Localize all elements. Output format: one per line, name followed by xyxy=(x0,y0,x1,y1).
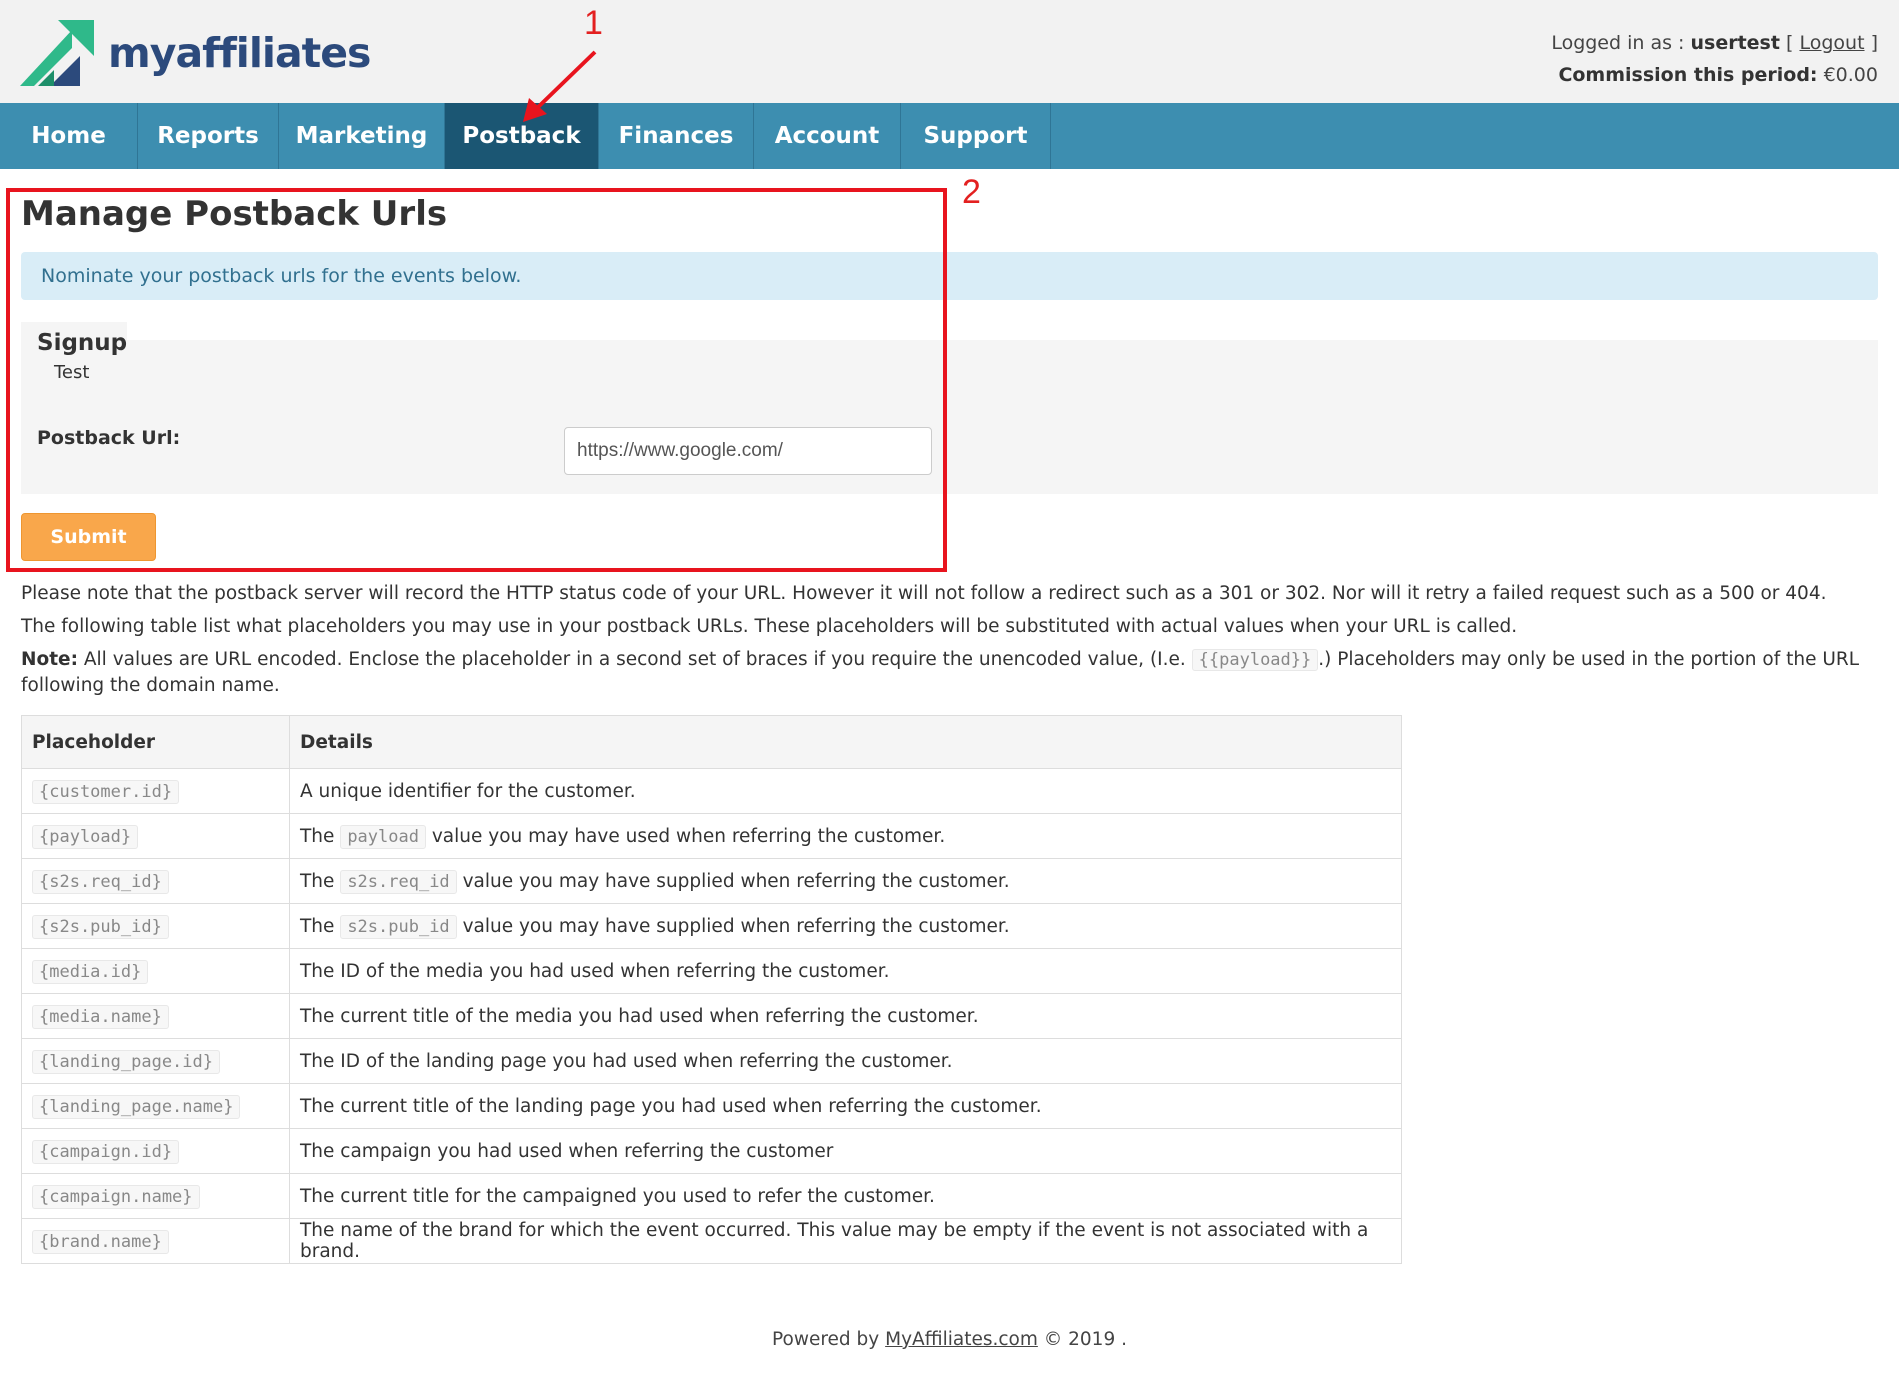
nav-finances[interactable]: Finances xyxy=(599,103,754,169)
commission-label: Commission this period: xyxy=(1558,64,1818,86)
postback-url-label: Postback Url: xyxy=(37,427,181,449)
details-cell: The campaign you had used when referring… xyxy=(289,1128,1402,1174)
table-row: {media.name} The current title of the me… xyxy=(21,993,1402,1039)
placeholder-cell: {landing_page.name} xyxy=(21,1083,290,1129)
event-title: Signup xyxy=(37,330,128,356)
details-text: value you may have supplied when referri… xyxy=(462,870,1010,892)
placeholder-cell: {s2s.req_id} xyxy=(21,858,290,904)
table-row: {media.id} The ID of the media you had u… xyxy=(21,948,1402,994)
table-header-details: Details xyxy=(289,715,1402,769)
placeholder-cell: {media.name} xyxy=(21,993,290,1039)
placeholder-code: {campaign.name} xyxy=(32,1184,200,1209)
logo-mark-icon xyxy=(20,20,94,86)
note-encoding-code: {{payload}} xyxy=(1191,649,1319,671)
table-header-row: Placeholder Details xyxy=(21,715,1402,769)
nav-reports[interactable]: Reports xyxy=(138,103,279,169)
nav-support[interactable]: Support xyxy=(901,103,1051,169)
annotation-number-2: 2 xyxy=(962,173,981,211)
placeholder-code: {landing_page.name} xyxy=(32,1094,241,1119)
details-cell: The ID of the landing page you had used … xyxy=(289,1038,1402,1084)
annotation-arrow-icon xyxy=(523,50,597,122)
placeholder-code: {payload} xyxy=(32,824,139,849)
placeholder-cell: {media.id} xyxy=(21,948,290,994)
table-row: {campaign.name} The current title for th… xyxy=(21,1173,1402,1219)
placeholder-table: Placeholder Details {customer.id} A uniq… xyxy=(21,715,1402,1264)
table-row: {s2s.pub_id} The s2s.pub_id value you ma… xyxy=(21,903,1402,949)
username: usertest xyxy=(1690,32,1780,54)
table-row: {landing_page.name} The current title of… xyxy=(21,1083,1402,1129)
footer-prefix: Powered by xyxy=(772,1329,880,1350)
details-text: The xyxy=(300,915,335,937)
placeholder-cell: {payload} xyxy=(21,813,290,859)
logo[interactable]: myaffiliates xyxy=(20,19,371,87)
table-row: {campaign.id} The campaign you had used … xyxy=(21,1128,1402,1174)
table-row: {landing_page.id} The ID of the landing … xyxy=(21,1038,1402,1084)
table-row: {customer.id} A unique identifier for th… xyxy=(21,768,1402,814)
placeholder-cell: {campaign.id} xyxy=(21,1128,290,1174)
footer-link[interactable]: MyAffiliates.com xyxy=(885,1329,1038,1350)
placeholder-code: {media.name} xyxy=(32,1004,169,1029)
details-code: payload xyxy=(340,824,426,849)
placeholder-cell: {campaign.name} xyxy=(21,1173,290,1219)
logout-link[interactable]: Logout xyxy=(1799,32,1864,54)
placeholder-cell: {s2s.pub_id} xyxy=(21,903,290,949)
logged-in-label: Logged in as : xyxy=(1551,32,1685,54)
placeholder-code: {media.id} xyxy=(32,959,149,984)
info-alert: Nominate your postback urls for the even… xyxy=(21,252,1878,300)
nav-account[interactable]: Account xyxy=(754,103,901,169)
placeholder-code: {customer.id} xyxy=(32,779,180,804)
nav-marketing[interactable]: Marketing xyxy=(279,103,445,169)
placeholder-cell: {customer.id} xyxy=(21,768,290,814)
footer-suffix: © 2019 . xyxy=(1043,1329,1127,1350)
placeholder-code: {campaign.id} xyxy=(32,1139,180,1164)
event-subtitle: Test xyxy=(54,362,90,383)
details-cell: The current title for the campaigned you… xyxy=(289,1173,1402,1219)
details-code: s2s.pub_id xyxy=(340,914,457,939)
details-cell: The s2s.req_id value you may have suppli… xyxy=(289,858,1402,904)
main-nav: Home Reports Marketing Postback Finances… xyxy=(0,103,1899,169)
logout-bracket-close: ] xyxy=(1870,32,1878,54)
details-text: value you may have supplied when referri… xyxy=(462,915,1010,937)
note-encoding-text-a: All values are URL encoded. Enclose the … xyxy=(83,649,1186,670)
details-cell: The ID of the media you had used when re… xyxy=(289,948,1402,994)
note-encoding: Note: All values are URL encoded. Enclos… xyxy=(21,647,1881,698)
logout-bracket-open: [ xyxy=(1786,32,1794,54)
note-placeholders: The following table list what placeholde… xyxy=(21,616,1518,637)
user-info: Logged in as : usertest [ Logout ] Commi… xyxy=(1551,27,1878,91)
table-row: {brand.name} The name of the brand for w… xyxy=(21,1218,1402,1264)
placeholder-code: {landing_page.id} xyxy=(32,1049,220,1074)
placeholder-code: {brand.name} xyxy=(32,1229,169,1254)
details-cell: A unique identifier for the customer. xyxy=(289,768,1402,814)
placeholder-code: {s2s.pub_id} xyxy=(32,914,169,939)
annotation-number-1: 1 xyxy=(584,4,603,42)
placeholder-code: {s2s.req_id} xyxy=(32,869,169,894)
postback-url-input[interactable] xyxy=(564,427,932,475)
details-cell: The s2s.pub_id value you may have suppli… xyxy=(289,903,1402,949)
nav-home[interactable]: Home xyxy=(0,103,138,169)
details-text: The xyxy=(300,870,335,892)
details-cell: The name of the brand for which the even… xyxy=(289,1218,1402,1264)
note-redirects: Please note that the postback server wil… xyxy=(21,583,1827,604)
logo-text: myaffiliates xyxy=(108,29,371,77)
details-text: value you may have used when referring t… xyxy=(431,825,946,847)
submit-button[interactable]: Submit xyxy=(21,513,156,561)
table-header-placeholder: Placeholder xyxy=(21,715,290,769)
details-cell: The current title of the landing page yo… xyxy=(289,1083,1402,1129)
note-label: Note: xyxy=(21,649,78,670)
event-panel xyxy=(21,340,1878,494)
details-cell: The current title of the media you had u… xyxy=(289,993,1402,1039)
note-encoding-text-c: following the domain name. xyxy=(21,675,280,696)
table-row: {s2s.req_id} The s2s.req_id value you ma… xyxy=(21,858,1402,904)
details-code: s2s.req_id xyxy=(340,869,457,894)
details-text: The xyxy=(300,825,335,847)
placeholder-cell: {landing_page.id} xyxy=(21,1038,290,1084)
commission-value: €0.00 xyxy=(1823,64,1878,86)
footer: Powered by MyAffiliates.com © 2019 . xyxy=(0,1329,1899,1350)
details-cell: The payload value you may have used when… xyxy=(289,813,1402,859)
header: myaffiliates Logged in as : usertest [ L… xyxy=(0,0,1899,103)
table-row: {payload} The payload value you may have… xyxy=(21,813,1402,859)
note-encoding-text-b: .) Placeholders may only be used in the … xyxy=(1318,649,1860,670)
placeholder-cell: {brand.name} xyxy=(21,1218,290,1264)
page-title: Manage Postback Urls xyxy=(21,194,448,234)
